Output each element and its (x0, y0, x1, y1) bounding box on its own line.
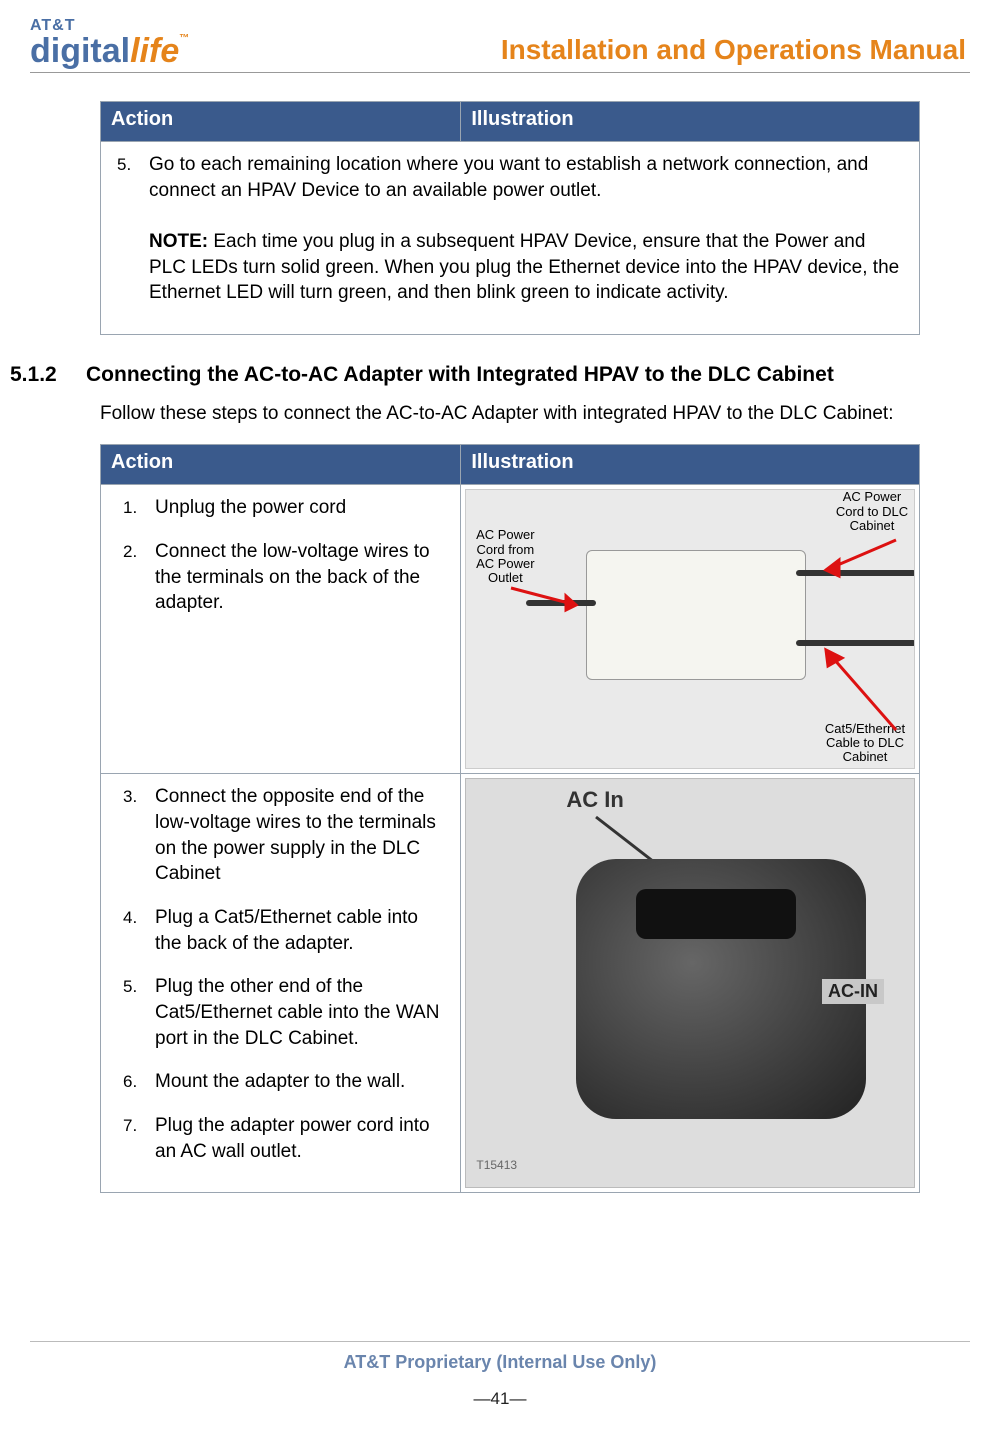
adapter-labeled-photo: AC Power Cord from AC Power Outlet AC Po… (465, 489, 915, 769)
note-label: NOTE: (149, 231, 208, 252)
list-item: 5. Plug the other end of the Cat5/Ethern… (137, 974, 448, 1051)
page-footer: AT&T Proprietary (Internal Use Only) —41… (30, 1341, 970, 1409)
table2-row1-action: 1. Unplug the power cord 2. Connect the … (101, 485, 461, 774)
table2-row2-illustration: AC In AC-IN T15413 (461, 774, 920, 1193)
list-item: 5. Go to each remaining location where y… (131, 152, 907, 306)
step-text: Plug the other end of the Cat5/Ethernet … (155, 976, 439, 1048)
table1-header-action: Action (101, 102, 461, 142)
step-number: 6. (123, 1071, 137, 1094)
step-number: 5. (123, 976, 137, 999)
step-text: Unplug the power cord (155, 497, 346, 518)
step-text: Go to each remaining location where you … (149, 154, 868, 201)
page-header: AT&T digitallife™ Installation and Opera… (30, 18, 970, 73)
image-id-label: T15413 (476, 1158, 517, 1172)
table2-row2-action: 3. Connect the opposite end of the low-v… (101, 774, 461, 1193)
logo: AT&T digitallife™ (30, 18, 189, 68)
step-number: 2. (123, 541, 137, 564)
table1-header-illustration: Illustration (461, 102, 920, 142)
page-number: —41— (30, 1389, 970, 1409)
step-text: Connect the opposite end of the low-volt… (155, 786, 436, 884)
table1-row-step5: 5. Go to each remaining location where y… (101, 142, 920, 335)
ac-in-port-icon (636, 889, 796, 939)
list-item: 3. Connect the opposite end of the low-v… (137, 784, 448, 887)
logo-word-life: life (130, 32, 179, 70)
step-number: 1. (123, 497, 137, 520)
logo-word-digital: digital (30, 32, 130, 70)
logo-line2: digitallife™ (30, 34, 189, 68)
step-number: 5. (117, 154, 131, 177)
list-item: 6. Mount the adapter to the wall. (137, 1069, 448, 1095)
section-intro: Follow these steps to connect the AC-to-… (100, 401, 920, 427)
ac-in-tag-label: AC-IN (822, 979, 884, 1004)
step-number: 7. (123, 1115, 137, 1138)
list-item: 7. Plug the adapter power cord into an A… (137, 1113, 448, 1164)
document-title: Installation and Operations Manual (501, 34, 970, 68)
step-number: 3. (123, 786, 137, 809)
step-text: Plug the adapter power cord into an AC w… (155, 1115, 430, 1162)
section-title: Connecting the AC-to-AC Adapter with Int… (86, 363, 834, 387)
section-heading: 5.1.2 Connecting the AC-to-AC Adapter wi… (10, 363, 920, 387)
procedure-table-2: Action Illustration 1. Unplug the power … (100, 444, 920, 1193)
procedure-table-continued: Action Illustration 5. Go to each remain… (100, 101, 920, 335)
proprietary-notice: AT&T Proprietary (Internal Use Only) (30, 1352, 970, 1373)
callout-arrows-icon (466, 490, 915, 769)
step-text: Plug a Cat5/Ethernet cable into the back… (155, 907, 418, 954)
list-item: 4. Plug a Cat5/Ethernet cable into the b… (137, 905, 448, 956)
step-text: Connect the low-voltage wires to the ter… (155, 541, 430, 613)
step-text: Mount the adapter to the wall. (155, 1071, 405, 1092)
list-item: 2. Connect the low-voltage wires to the … (137, 539, 448, 616)
section-number: 5.1.2 (10, 363, 86, 387)
table2-header-illustration: Illustration (461, 445, 920, 485)
step-number: 4. (123, 907, 137, 930)
list-item: 1. Unplug the power cord (137, 495, 448, 521)
power-supply-photo: AC In AC-IN T15413 (465, 778, 915, 1188)
table2-header-action: Action (101, 445, 461, 485)
table2-row1-illustration: AC Power Cord from AC Power Outlet AC Po… (461, 485, 920, 774)
note-text: Each time you plug in a subsequent HPAV … (149, 231, 899, 303)
logo-trademark: ™ (179, 33, 189, 44)
